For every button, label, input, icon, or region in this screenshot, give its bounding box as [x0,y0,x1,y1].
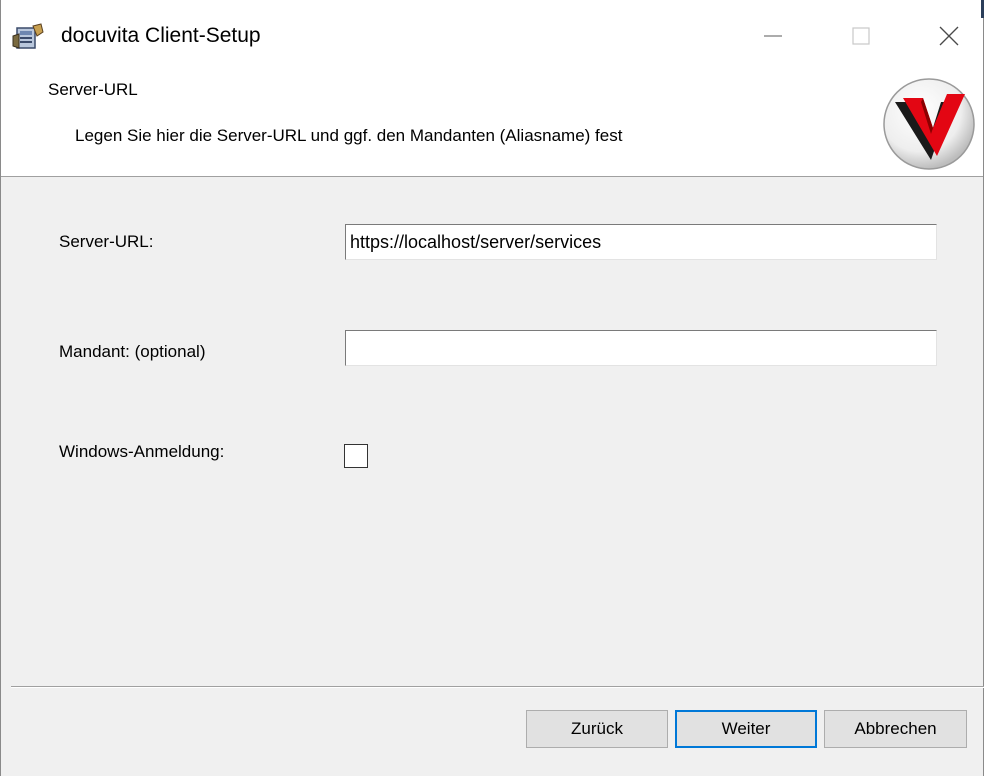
setup-window: docuvita Client-Setup Server-URL Legen S… [0,0,984,776]
docuvita-logo-icon [881,76,977,172]
close-icon [939,26,959,46]
next-button[interactable]: Weiter [675,710,817,748]
windows-login-checkbox[interactable] [344,444,368,468]
maximize-icon [852,27,870,45]
maximize-button[interactable] [831,14,891,58]
server-url-input[interactable] [345,224,937,260]
window-title: docuvita Client-Setup [61,24,261,47]
footer-divider [11,686,984,688]
header-banner: Server-URL Legen Sie hier die Server-URL… [1,70,983,177]
cancel-button[interactable]: Abbrechen [824,710,967,748]
page-description: Legen Sie hier die Server-URL und ggf. d… [75,126,623,145]
title-bar: docuvita Client-Setup [1,0,984,70]
page-title: Server-URL [48,80,138,99]
server-url-label: Server-URL: [59,232,154,251]
minimize-icon [764,35,782,37]
close-button[interactable] [919,14,979,58]
back-button[interactable]: Zurück [526,710,668,748]
mandant-label: Mandant: (optional) [59,342,206,361]
minimize-button[interactable] [743,14,803,58]
mandant-input[interactable] [345,330,937,366]
installer-icon [11,22,47,52]
windows-login-label: Windows-Anmeldung: [59,442,225,461]
